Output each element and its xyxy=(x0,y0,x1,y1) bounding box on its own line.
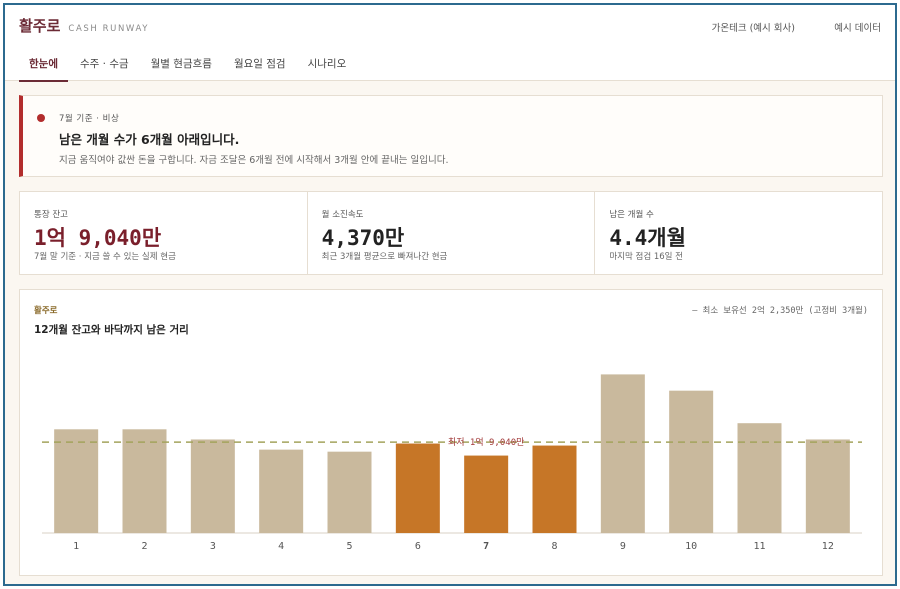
kpi-runway-months: 남은 개월 수 4.4개월 마지막 점검 16일 전 xyxy=(595,192,882,274)
chart-bar xyxy=(464,455,509,533)
chart-bar xyxy=(532,445,577,533)
tab-orders-collections[interactable]: 수주 · 수금 xyxy=(70,51,139,82)
kpi-note: 마지막 점검 16일 전 xyxy=(609,252,684,262)
emergency-alert: 7월 기준 · 비상 남은 개월 수가 6개월 아래입니다. 지금 움직여야 값… xyxy=(19,95,883,177)
app-window: 활주로 CASH RUNWAY 가온테크 (예시 회사) 예시 데이터 한눈에 … xyxy=(3,3,897,586)
tab-overview[interactable]: 한눈에 xyxy=(19,51,68,82)
top-bar: 활주로 CASH RUNWAY 가온테크 (예시 회사) 예시 데이터 한눈에 … xyxy=(5,5,895,82)
min-balance-label: 최저 1억 9,040만 xyxy=(448,436,524,448)
brand: 활주로 CASH RUNWAY xyxy=(19,15,149,36)
chart-bar xyxy=(737,423,782,533)
x-tick-label: 8 xyxy=(551,541,557,552)
tab-monday-check[interactable]: 월요일 점검 xyxy=(224,51,296,82)
kpi-row: 통장 잔고 1억 9,040만 7월 말 기준 · 지금 쓸 수 있는 실제 현… xyxy=(19,191,883,275)
chart-bar xyxy=(395,443,440,533)
x-tick-label: 12 xyxy=(822,541,834,552)
tab-scenario[interactable]: 시나리오 xyxy=(298,51,357,82)
x-tick-label: 4 xyxy=(278,541,284,552)
runway-chart-card: 활주로 12개월 잔고와 바닥까지 남은 거리 — 최소 보유선 2억 2,35… xyxy=(19,289,883,576)
x-tick-label: 3 xyxy=(210,541,216,552)
chart-bar xyxy=(122,429,167,533)
chart-bar xyxy=(54,429,99,533)
company-selector[interactable]: 가온테크 (예시 회사) xyxy=(712,20,795,34)
x-tick-label: 7 xyxy=(483,541,489,552)
x-tick-label: 9 xyxy=(620,541,626,552)
chart-bar xyxy=(190,439,235,533)
alert-description: 지금 움직여야 값싼 돈을 구합니다. 자금 조달은 6개월 전에 시작해서 3… xyxy=(59,155,449,166)
chart-bar xyxy=(669,390,714,533)
chart-bar xyxy=(259,449,304,533)
kpi-label: 월 소진속도 xyxy=(321,210,364,220)
kpi-balance: 통장 잔고 1억 9,040만 7월 말 기준 · 지금 쓸 수 있는 실제 현… xyxy=(20,192,308,274)
x-tick-label: 1 xyxy=(73,541,79,552)
chart-bar xyxy=(600,374,645,533)
tab-monthly-cashflow[interactable]: 월별 현금흐름 xyxy=(141,51,222,82)
x-tick-label: 11 xyxy=(753,541,765,552)
app-subtitle: CASH RUNWAY xyxy=(68,24,150,34)
kpi-label: 통장 잔고 xyxy=(34,210,68,220)
kpi-note: 7월 말 기준 · 지금 쓸 수 있는 실제 현금 xyxy=(34,252,176,262)
alert-meta: 7월 기준 · 비상 xyxy=(59,114,120,124)
chart-bar xyxy=(805,439,850,533)
alert-dot-icon xyxy=(37,114,45,122)
kpi-burn-rate: 월 소진속도 4,370만 최근 3개월 평균으로 빠져나간 현금 xyxy=(308,192,596,274)
tab-bar: 한눈에 수주 · 수금 월별 현금흐름 월요일 점검 시나리오 xyxy=(19,51,358,82)
x-tick-label: 6 xyxy=(415,541,421,552)
kpi-value: 4.4개월 xyxy=(609,226,686,250)
kpi-value: 1억 9,040만 xyxy=(34,226,162,250)
chart-bar xyxy=(327,451,372,533)
x-tick-label: 2 xyxy=(141,541,147,552)
runway-bar-chart: 1 2 3 4 5 6 7 8 9 10 11 12최저 1억 9,040만 xyxy=(42,374,862,552)
kpi-note: 최근 3개월 평균으로 빠져나간 현금 xyxy=(321,252,448,262)
alert-title: 남은 개월 수가 6개월 아래입니다. xyxy=(59,132,240,147)
kpi-value: 4,370만 xyxy=(321,226,405,250)
app-title: 활주로 xyxy=(19,17,61,35)
kpi-label: 남은 개월 수 xyxy=(609,210,654,220)
x-tick-label: 10 xyxy=(685,541,697,552)
x-tick-label: 5 xyxy=(346,541,352,552)
demo-data-label[interactable]: 예시 데이터 xyxy=(834,20,881,34)
